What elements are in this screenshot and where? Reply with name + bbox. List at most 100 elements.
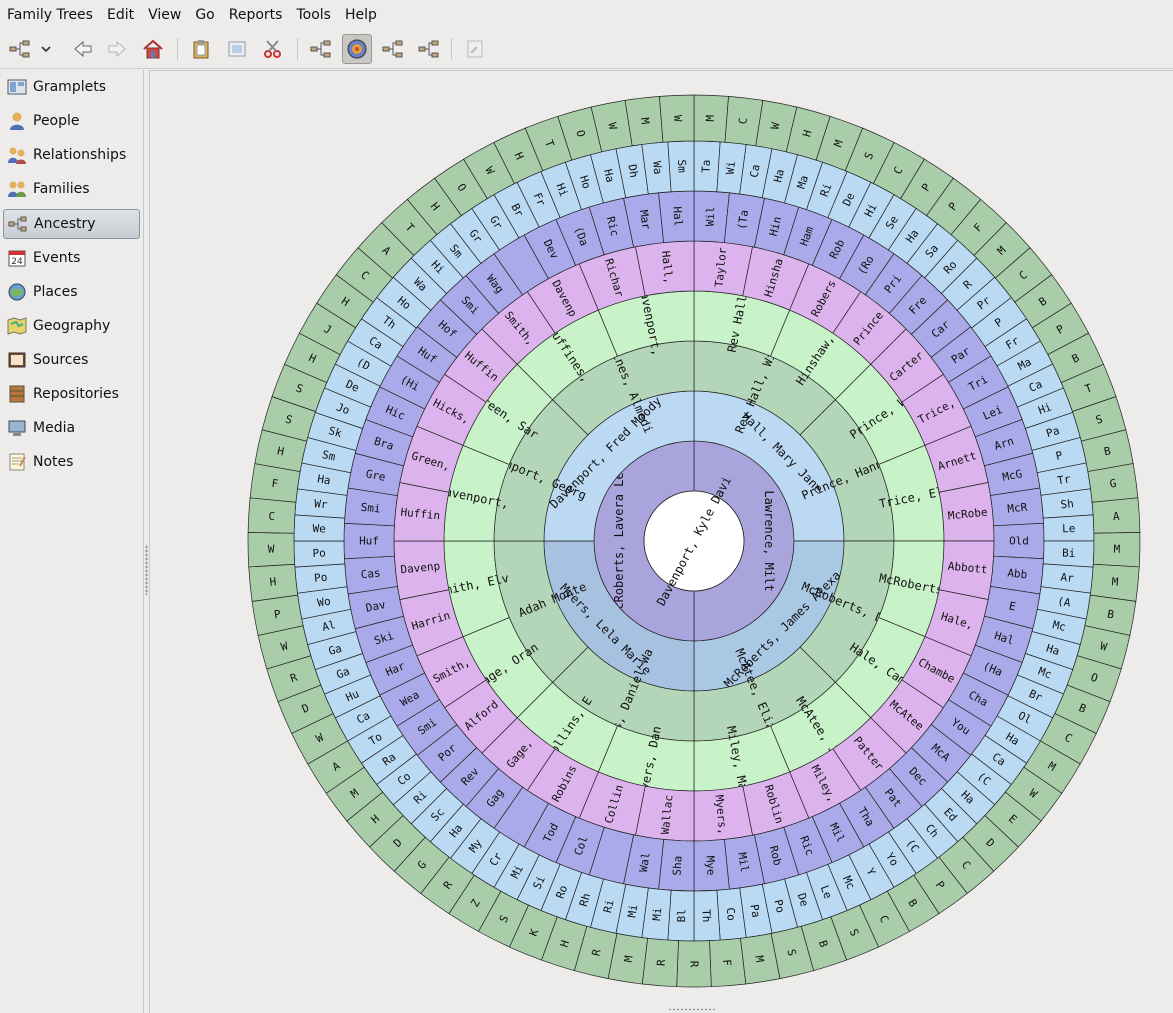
fan-segment-label: Hal xyxy=(671,206,685,227)
fan-segment-label: Old xyxy=(1009,535,1029,548)
sidebar-item-label: Media xyxy=(33,420,76,436)
descendant-fan-button[interactable] xyxy=(378,34,408,64)
fan-segment-label: McRoberts, Lavera Lee xyxy=(612,465,626,617)
fan-segment-label: R xyxy=(688,961,701,968)
forward-arrow-button[interactable] xyxy=(102,34,132,64)
sidebar-item-ancestry[interactable]: Ancestry xyxy=(3,209,140,239)
home-icon xyxy=(142,39,164,59)
sidebar-item-geography[interactable]: Geography xyxy=(3,311,140,341)
ancestry-fan-chart[interactable]: Lawrence, MiltMcRoberts, Lavera LeeHall,… xyxy=(150,71,1172,1012)
descendant-fan-icon xyxy=(382,39,404,59)
fan-segment-label: H xyxy=(269,575,277,589)
clipboard-button[interactable] xyxy=(186,34,216,64)
fan-segment-label: Dh xyxy=(625,163,640,178)
sidebar-item-label: Events xyxy=(33,250,81,266)
menu-family-trees[interactable]: Family Trees xyxy=(0,0,100,30)
fan-segment-label: Ha xyxy=(316,472,331,487)
pedigree-view-icon xyxy=(310,39,332,59)
navigator-sidebar: Gramplets People Relationships Families Ance… xyxy=(0,70,144,1013)
menu-go[interactable]: Go xyxy=(188,0,221,30)
families-icon xyxy=(7,179,27,199)
fan-segment-label: Huf xyxy=(359,535,379,548)
fan-segment-label: Mi xyxy=(650,907,664,921)
media-icon xyxy=(7,418,27,438)
sources-icon xyxy=(7,350,27,370)
fan-chart-button[interactable] xyxy=(342,34,372,64)
two-way-fan-button[interactable] xyxy=(414,34,444,64)
fan-segment-label: McR xyxy=(1007,501,1028,516)
fan-segment-label: Tr xyxy=(1056,472,1072,487)
menubar: Family Trees Edit View Go Reports Tools Help xyxy=(0,0,1173,30)
scissors-icon xyxy=(263,39,283,59)
sidebar-item-gramplets[interactable]: Gramplets xyxy=(3,72,140,102)
home-button[interactable] xyxy=(138,34,168,64)
map-icon xyxy=(7,316,27,336)
fan-segment-label: Ta xyxy=(700,159,713,173)
edit-image-icon xyxy=(227,40,247,58)
sidebar-item-places[interactable]: Places xyxy=(3,277,140,307)
fan-segment-label: Wo xyxy=(316,595,331,610)
globe-icon xyxy=(7,282,27,302)
menu-help[interactable]: Help xyxy=(338,0,384,30)
repositories-icon xyxy=(7,384,27,404)
print-preview-button[interactable] xyxy=(460,34,490,64)
fan-segment-label: M xyxy=(704,114,717,121)
sidebar-item-label: People xyxy=(33,113,80,129)
fan-segment-label: Mi xyxy=(625,903,640,918)
sidebar-item-relationships[interactable]: Relationships xyxy=(3,140,140,170)
fan-segment-label: Wi xyxy=(724,161,738,175)
sidebar-item-sources[interactable]: Sources xyxy=(3,345,140,375)
relationships-icon xyxy=(7,145,27,165)
fan-chart-view: Lawrence, Milt McRoberts, Lavera Lee Hall,… xyxy=(149,70,1173,1013)
back-arrow-button[interactable] xyxy=(68,34,98,64)
menu-edit[interactable]: Edit xyxy=(100,0,141,30)
resize-handle[interactable] xyxy=(668,1008,716,1011)
menu-view[interactable]: View xyxy=(141,0,188,30)
clipboard-icon xyxy=(191,39,211,59)
ancestry-icon xyxy=(8,214,28,234)
fan-segment-label: W xyxy=(671,115,684,122)
fan-segment-label: Sm xyxy=(675,159,688,173)
edit-image-button[interactable] xyxy=(222,34,252,64)
fan-segment-label: W xyxy=(268,543,275,556)
sidebar-item-label: Gramplets xyxy=(33,79,106,95)
fan-segment-label: Ca xyxy=(748,163,763,178)
sidebar-item-label: Repositories xyxy=(33,386,119,402)
fan-chart-icon xyxy=(346,38,368,60)
fan-segment-label: Th xyxy=(700,909,713,923)
fan-segment-label: Cas xyxy=(360,566,381,581)
sidebar-item-media[interactable]: Media xyxy=(3,413,140,443)
print-preview-icon xyxy=(465,39,485,59)
fan-segment-label: Wa xyxy=(650,161,664,175)
sidebar-item-label: Geography xyxy=(33,318,111,334)
sidebar-item-label: Relationships xyxy=(33,147,127,163)
sidebar-item-events[interactable]: 24 Events xyxy=(3,243,140,273)
fan-segment-label: Po xyxy=(314,571,328,585)
fan-segment-label: Abb xyxy=(1007,566,1028,581)
fan-segment-label: Pa xyxy=(748,903,763,918)
forward-arrow-icon xyxy=(107,40,127,58)
sidebar-item-families[interactable]: Families xyxy=(3,174,140,204)
menu-tools[interactable]: Tools xyxy=(289,0,338,30)
events-icon: 24 xyxy=(7,248,27,268)
fan-segment-label: (A xyxy=(1056,595,1072,610)
family-tree-button[interactable] xyxy=(5,34,35,64)
sidebar-item-people[interactable]: People xyxy=(3,106,140,136)
sidebar-item-repositories[interactable]: Repositories xyxy=(3,379,140,409)
fan-segment-label: Lawrence, Milt xyxy=(762,490,776,591)
fan-segment-label: We xyxy=(312,522,326,535)
fan-segment-label: C xyxy=(268,510,275,523)
dropdown-arrow-icon xyxy=(40,43,52,55)
pane-splitter[interactable] xyxy=(145,545,148,595)
sidebar-item-notes[interactable]: Notes xyxy=(3,447,140,477)
fan-segment-label: Co xyxy=(724,907,738,921)
fan-segment-label: M xyxy=(1113,543,1120,556)
toolbar xyxy=(0,30,1173,69)
menu-reports[interactable]: Reports xyxy=(222,0,290,30)
dropdown-arrow-button[interactable] xyxy=(36,34,56,64)
fan-segment-label: A xyxy=(1113,510,1121,523)
scissors-button[interactable] xyxy=(258,34,288,64)
fan-segment-label: Po xyxy=(312,547,326,560)
two-way-fan-icon xyxy=(418,39,440,59)
pedigree-view-button[interactable] xyxy=(306,34,336,64)
